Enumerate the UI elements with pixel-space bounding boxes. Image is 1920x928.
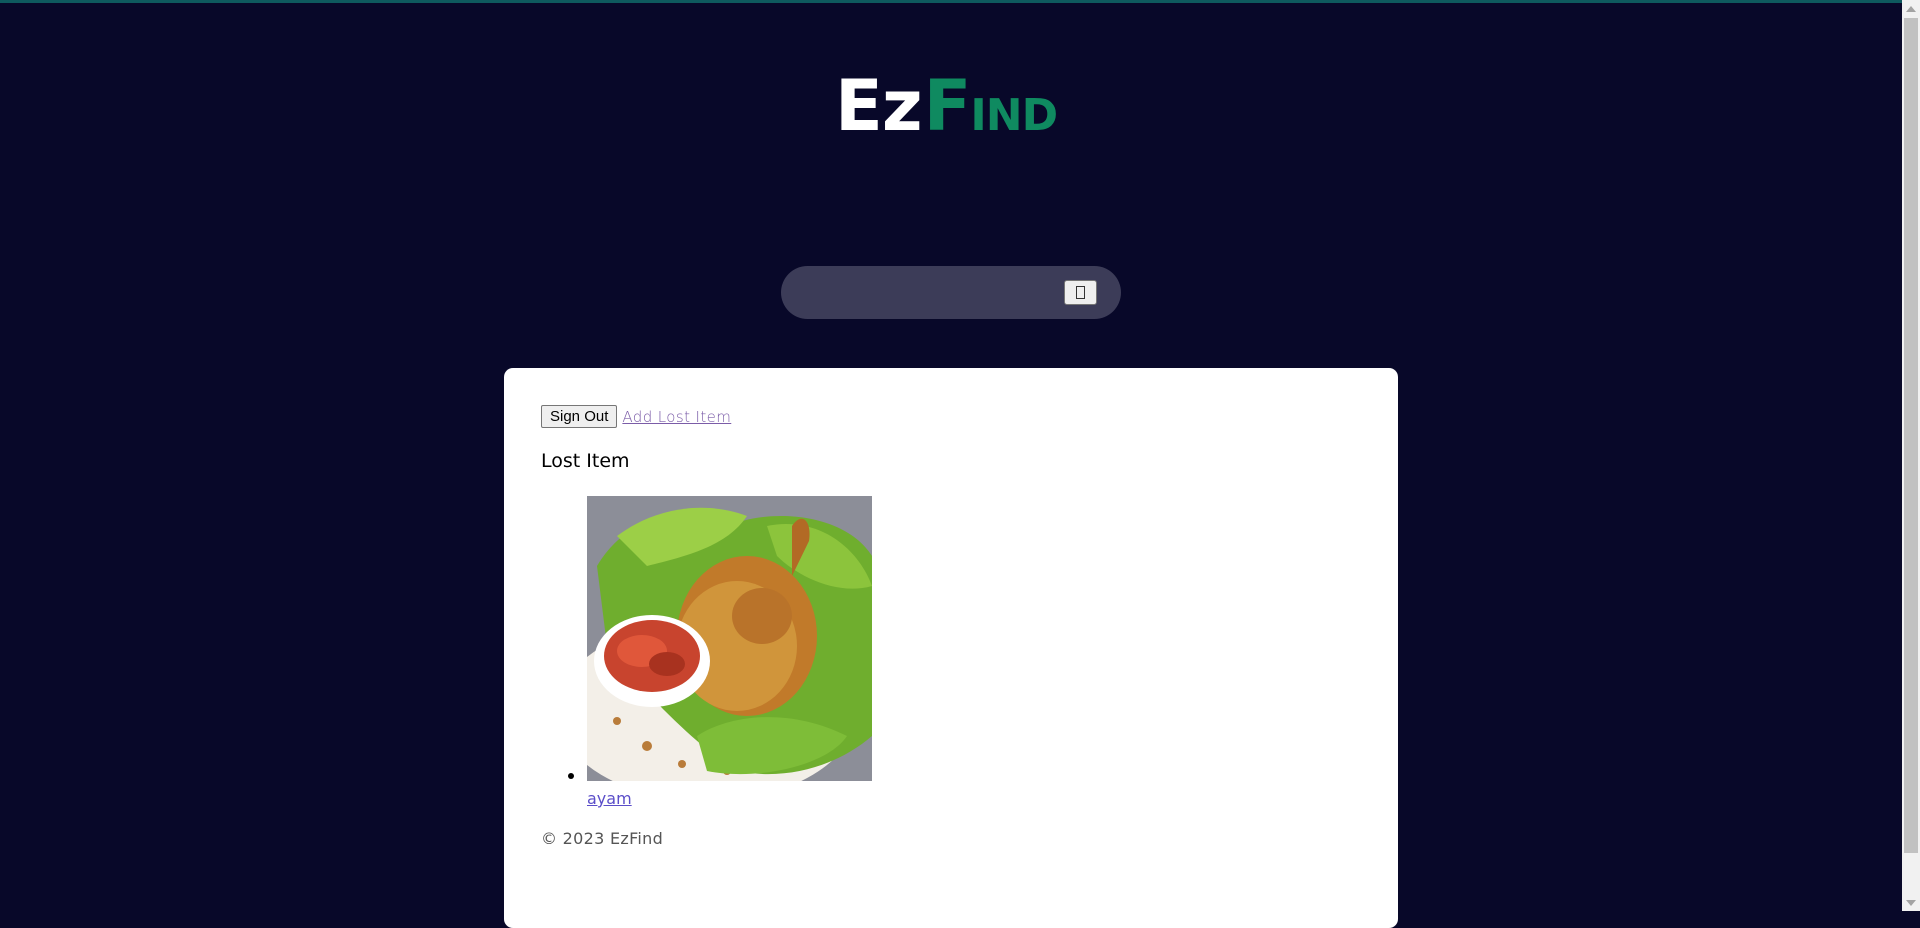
ezfind-logo: Ez FIND: [835, 71, 1067, 141]
search-icon: [1076, 286, 1085, 299]
scrollbar-thumb[interactable]: [1904, 18, 1918, 853]
arrow-down-icon: [1906, 899, 1916, 906]
section-title: Lost Item: [541, 450, 630, 472]
search-bar: [781, 266, 1121, 319]
action-bar: Sign Out Add Lost Item: [541, 405, 731, 428]
logo-find-rest: IND: [970, 90, 1058, 141]
top-accent-strip: [0, 0, 1920, 3]
search-input[interactable]: [803, 278, 1047, 309]
search-button[interactable]: [1064, 280, 1097, 305]
logo-ez: Ez: [835, 65, 923, 147]
arrow-up-icon: [1906, 5, 1916, 12]
sign-out-button[interactable]: Sign Out: [541, 405, 618, 428]
scroll-down-button[interactable]: [1902, 894, 1920, 911]
logo-find: FIND: [924, 71, 1059, 141]
logo-find-f: F: [923, 65, 972, 147]
item-name-link[interactable]: ayam: [587, 789, 632, 808]
add-lost-item-link[interactable]: Add Lost Item: [622, 408, 731, 426]
item-image[interactable]: [587, 496, 872, 781]
fried-chicken-image: [587, 496, 872, 781]
content-card: Sign Out Add Lost Item Lost Item ayam © …: [504, 368, 1398, 928]
vertical-scrollbar[interactable]: [1902, 0, 1920, 911]
footer-copyright: © 2023 EzFind: [541, 829, 664, 848]
scroll-up-button[interactable]: [1902, 0, 1920, 17]
list-bullet: [568, 773, 574, 779]
